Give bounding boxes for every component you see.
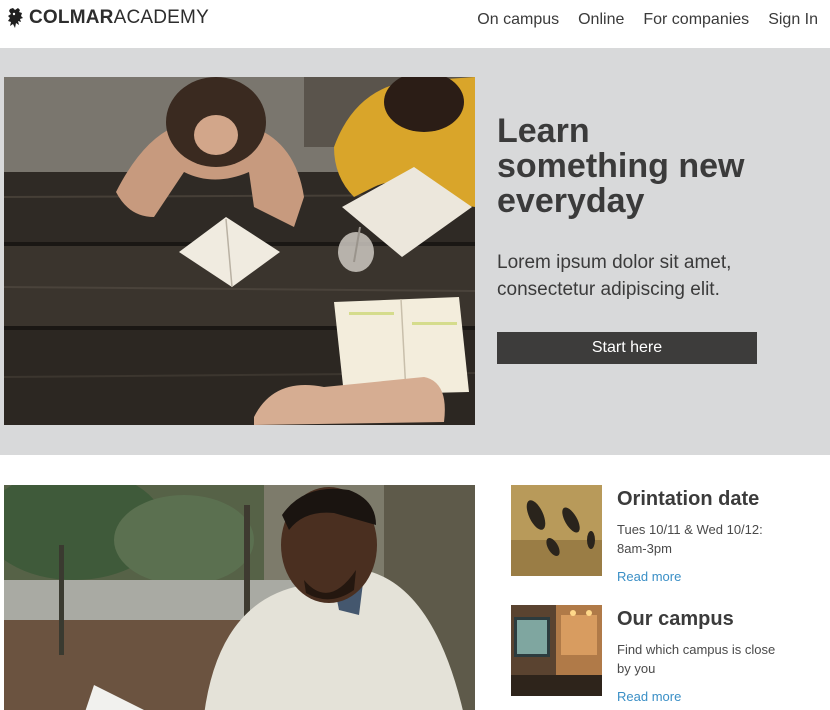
- card-title: Our campus: [617, 608, 734, 630]
- campus-interior-photo: [511, 605, 602, 696]
- birds-on-ground-photo: [511, 485, 602, 576]
- nav-for-companies[interactable]: For companies: [643, 10, 749, 30]
- orientation-card: Orintation date Tues 10/11 & Wed 10/12: …: [511, 485, 821, 585]
- logo-text-bold: COLMAR: [29, 7, 114, 28]
- card-title: Orintation date: [617, 488, 760, 510]
- hero-subtitle: Lorem ipsum dolor sit amet, consectetur …: [497, 249, 817, 303]
- nav-on-campus[interactable]: On campus: [477, 10, 559, 30]
- logo-text-light: ACADEMY: [113, 7, 209, 28]
- hero-title-line: something new: [497, 147, 745, 185]
- hero-title: Learn something new everyday: [497, 114, 817, 219]
- logo-text: COLMARACADEMY: [29, 7, 209, 29]
- card-text-line: by you: [617, 661, 656, 676]
- features-section: Orintation date Tues 10/11 & Wed 10/12: …: [0, 455, 830, 710]
- students-studying-at-table-photo: [4, 77, 475, 425]
- logo[interactable]: COLMARACADEMY: [6, 7, 209, 29]
- read-more-link[interactable]: Read more: [617, 569, 681, 585]
- card-text: Tues 10/11 & Wed 10/12: 8am-3pm: [617, 520, 797, 558]
- site-header: COLMARACADEMY On campus Online For compa…: [0, 0, 830, 48]
- main-nav: On campus Online For companies Sign In: [458, 10, 818, 30]
- hero-section: Learn something new everyday Lorem ipsum…: [0, 48, 830, 455]
- student-reading-outdoors-photo: [4, 485, 475, 710]
- hero-subtitle-line: Lorem ipsum dolor sit amet,: [497, 252, 732, 273]
- nav-sign-in[interactable]: Sign In: [768, 10, 818, 30]
- hero-subtitle-line: consectetur adipiscing elit.: [497, 279, 720, 300]
- card-text-line: Find which campus is close: [617, 642, 776, 657]
- hero-title-line: Learn: [497, 112, 590, 150]
- card-text: Find which campus is close by you: [617, 640, 797, 678]
- start-here-button[interactable]: Start here: [497, 332, 757, 364]
- campus-card: Our campus Find which campus is close by…: [511, 605, 821, 705]
- nav-online[interactable]: Online: [578, 10, 624, 30]
- card-text-line: Tues 10/11 & Wed 10/12:: [617, 522, 763, 537]
- hero-title-line: everyday: [497, 182, 645, 220]
- read-more-link[interactable]: Read more: [617, 689, 681, 705]
- hero-text-block: Learn something new everyday Lorem ipsum…: [497, 114, 817, 303]
- lion-icon: [8, 8, 23, 28]
- card-text-line: 8am-3pm: [617, 541, 672, 556]
